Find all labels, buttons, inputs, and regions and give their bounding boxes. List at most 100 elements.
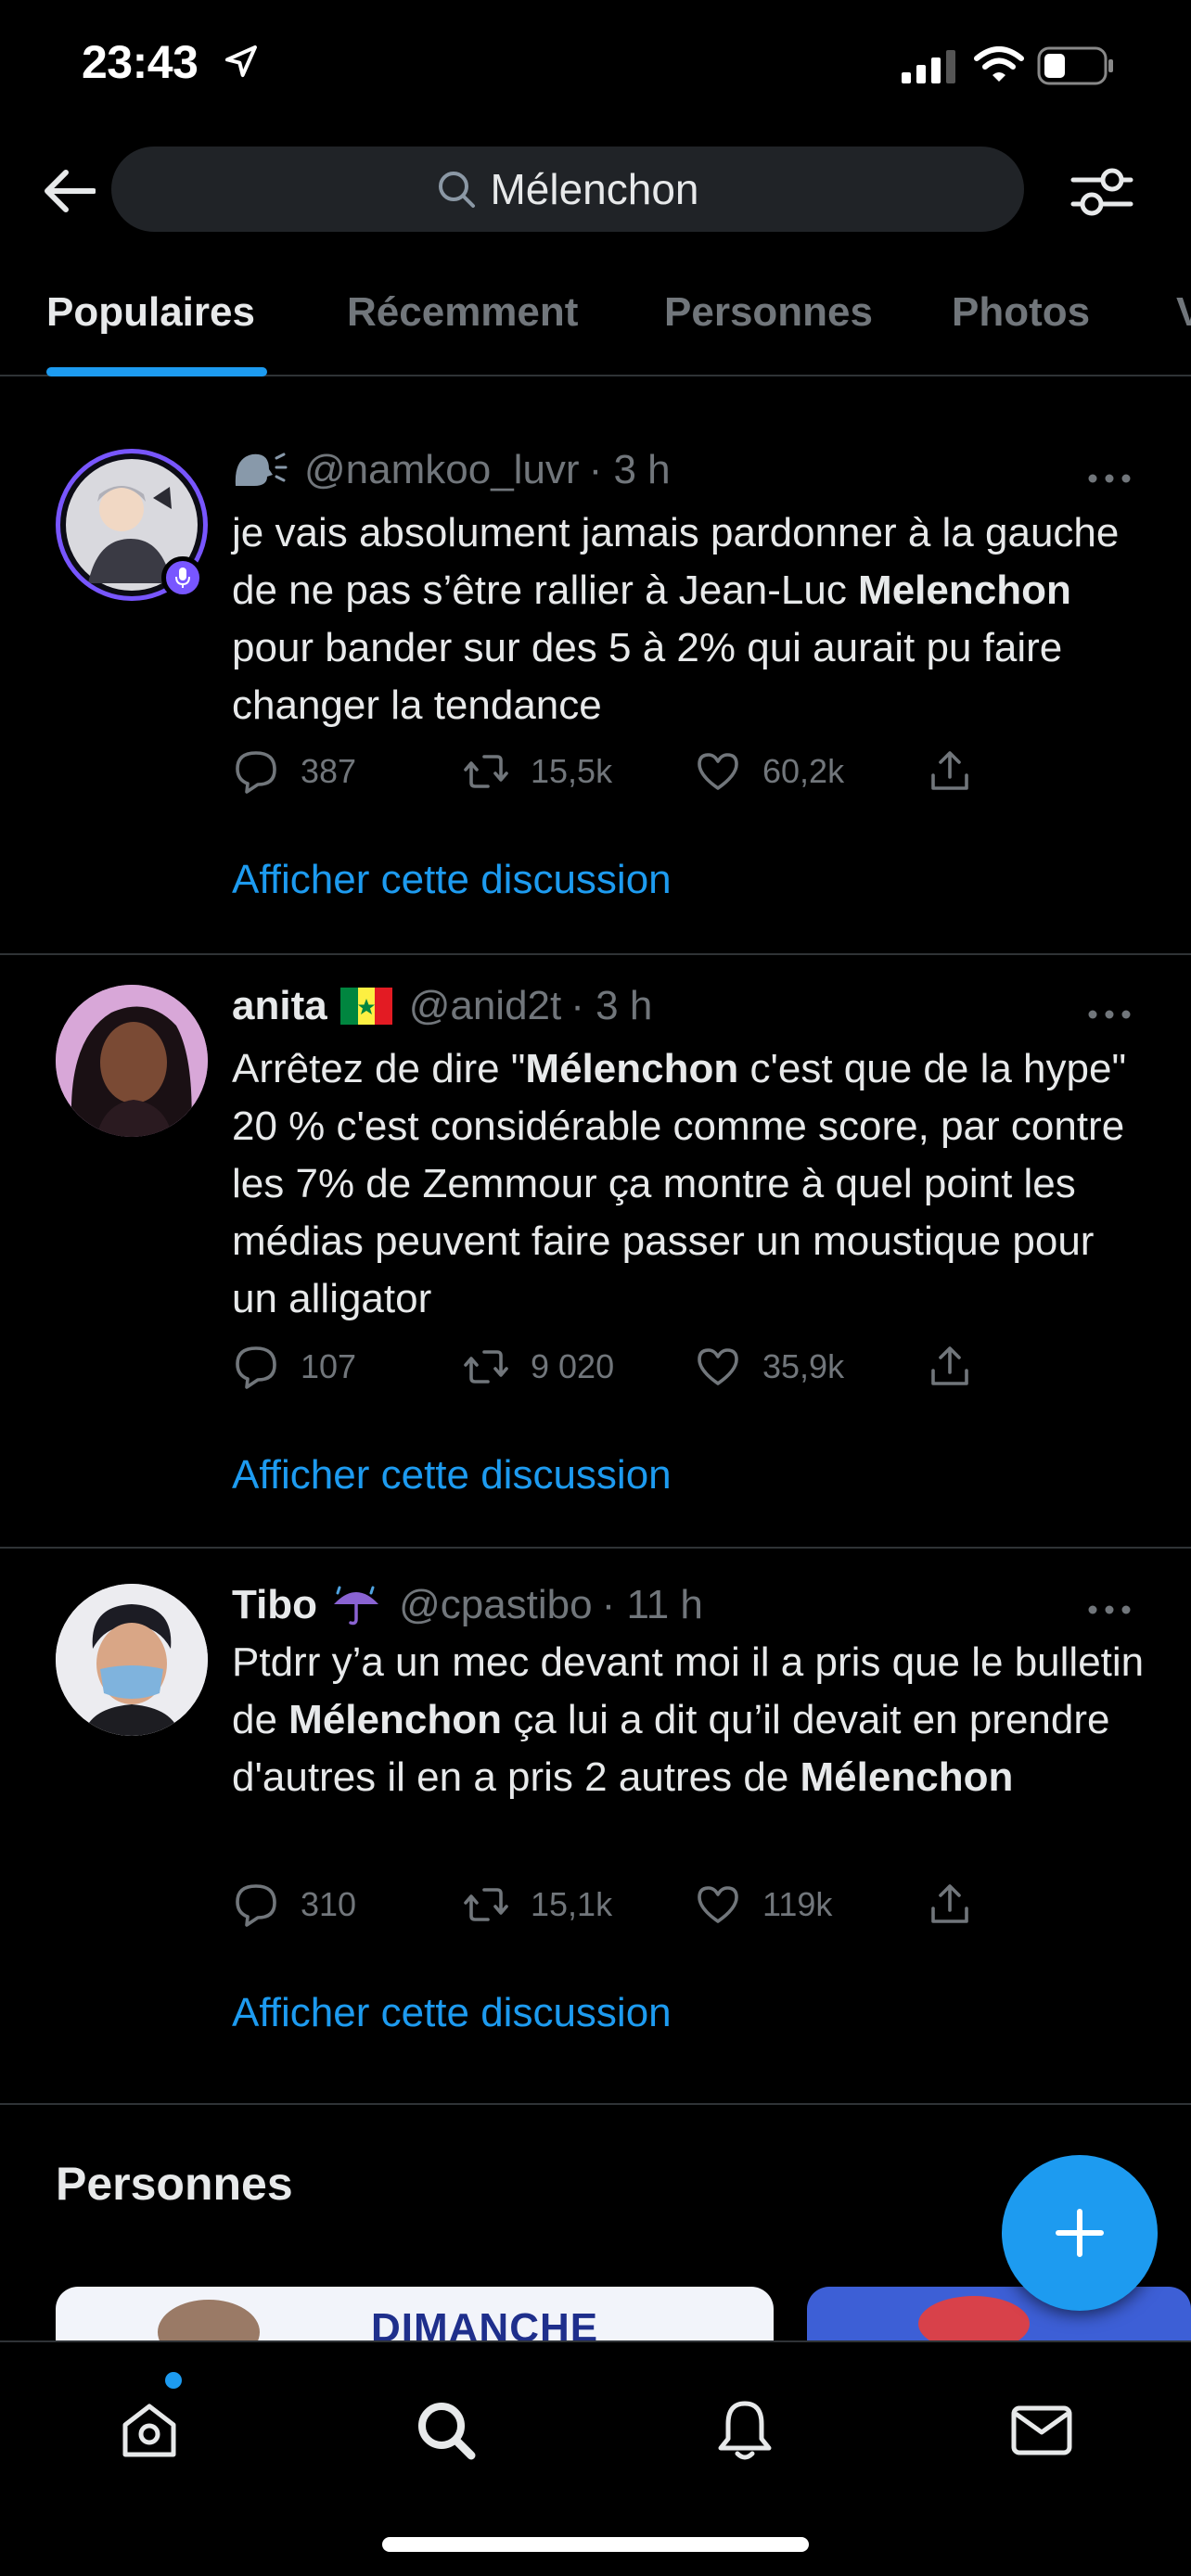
tab-personnes[interactable]: Personnes bbox=[664, 289, 873, 336]
tab-recemment[interactable]: Récemment bbox=[347, 289, 578, 336]
avatar[interactable] bbox=[56, 1584, 208, 1736]
retweet-count: 15,1k bbox=[531, 1885, 613, 1923]
tweet-text: Arrêtez de dire "Mélenchon c'est que de … bbox=[232, 1046, 1127, 1321]
card-caption: DIMANCHE bbox=[371, 2305, 599, 2342]
spaces-mic-badge bbox=[161, 556, 204, 599]
like-button[interactable]: 119k bbox=[694, 1881, 832, 1929]
tweet-time: · 11 h bbox=[601, 1582, 703, 1627]
filter-settings-icon bbox=[1070, 168, 1133, 216]
reply-icon bbox=[236, 1346, 276, 1389]
search-icon bbox=[436, 169, 477, 210]
search-tabs: Populaires Récemment Personnes Photos V bbox=[0, 269, 1191, 376]
tweet-text: Ptdrr y’a un mec devant moi il a pris qu… bbox=[232, 1639, 1145, 1800]
like-count: 35,9k bbox=[762, 1347, 845, 1385]
retweet-icon bbox=[464, 1888, 508, 1921]
bell-icon bbox=[718, 2401, 772, 2460]
tab-photos[interactable]: Photos bbox=[952, 289, 1090, 336]
nav-notifications[interactable] bbox=[694, 2379, 796, 2481]
umbrella-rain-icon bbox=[330, 1584, 382, 1626]
more-options-icon[interactable] bbox=[1087, 469, 1132, 488]
reply-button[interactable]: 387 bbox=[232, 747, 356, 796]
retweet-button[interactable]: 15,1k bbox=[462, 1881, 612, 1929]
like-count: 60,2k bbox=[762, 752, 845, 790]
active-tab-indicator bbox=[46, 367, 267, 376]
share-button[interactable] bbox=[926, 747, 974, 796]
signal-icon bbox=[902, 50, 957, 88]
nav-search[interactable] bbox=[395, 2379, 497, 2481]
retweet-count: 9 020 bbox=[531, 1347, 615, 1385]
status-bar: 23:43 bbox=[0, 0, 1191, 130]
share-button[interactable] bbox=[926, 1343, 974, 1391]
nav-home[interactable] bbox=[98, 2379, 200, 2481]
heart-icon bbox=[698, 753, 738, 790]
share-button[interactable] bbox=[926, 1881, 974, 1929]
tweet-handle[interactable]: @namkoo_luvr bbox=[304, 447, 580, 493]
show-thread-link[interactable]: Afficher cette discussion bbox=[232, 857, 672, 903]
retweet-count: 15,5k bbox=[531, 752, 613, 790]
tweet-header: anita @anid2t · 3 h bbox=[232, 983, 652, 1029]
tab-videos[interactable]: V bbox=[1176, 289, 1191, 336]
card-photo bbox=[918, 2296, 1030, 2342]
heart-icon bbox=[698, 1886, 738, 1923]
people-section-title: Personnes bbox=[56, 2158, 293, 2210]
show-thread-link[interactable]: Afficher cette discussion bbox=[232, 1452, 672, 1498]
heart-icon bbox=[698, 1348, 738, 1385]
tweet-header: Tibo @cpastibo · 11 h bbox=[232, 1582, 703, 1628]
wifi-icon bbox=[974, 46, 1024, 88]
tweet-header: @namkoo_luvr · 3 h bbox=[232, 447, 671, 493]
more-options-icon[interactable] bbox=[1087, 1600, 1132, 1619]
retweet-button[interactable]: 15,5k bbox=[462, 747, 612, 796]
avatar[interactable] bbox=[56, 985, 208, 1137]
people-card[interactable] bbox=[807, 2287, 1191, 2342]
compose-tweet-button[interactable] bbox=[1002, 2155, 1158, 2311]
search-query-text: Mélenchon bbox=[490, 165, 699, 213]
retweet-button[interactable]: 9 020 bbox=[462, 1343, 614, 1391]
share-icon bbox=[931, 1346, 968, 1385]
tweet-item[interactable]: Tibo @cpastibo · 11 h Ptdrr y’a un mec d… bbox=[0, 1549, 1191, 2105]
tweet-item[interactable]: @namkoo_luvr · 3 h je vais absolument ja… bbox=[0, 378, 1191, 955]
retweet-icon bbox=[464, 1350, 508, 1384]
display-name[interactable]: Tibo bbox=[232, 1582, 317, 1628]
tweet-handle[interactable]: @cpastibo bbox=[399, 1582, 593, 1628]
share-icon bbox=[931, 1884, 968, 1923]
speaking-head-icon bbox=[232, 449, 288, 491]
senegal-flag-icon bbox=[339, 988, 392, 1025]
like-button[interactable]: 60,2k bbox=[694, 747, 844, 796]
tweet-actions: 387 15,5k 60,2k bbox=[232, 747, 1020, 803]
search-input[interactable]: Mélenchon bbox=[111, 147, 1024, 232]
tweet-text: je vais absolument jamais pardonner à la… bbox=[232, 510, 1120, 728]
tweet-time: · 3 h bbox=[588, 447, 671, 492]
more-options-icon[interactable] bbox=[1087, 1005, 1132, 1024]
reply-button[interactable]: 310 bbox=[232, 1881, 356, 1929]
back-arrow-icon bbox=[45, 170, 96, 212]
reply-icon bbox=[236, 751, 276, 794]
tweet-handle[interactable]: @anid2t bbox=[409, 983, 562, 1029]
back-button[interactable] bbox=[37, 163, 102, 219]
status-time: 23:43 bbox=[82, 36, 198, 88]
microphone-icon bbox=[175, 567, 190, 588]
reply-button[interactable]: 107 bbox=[232, 1343, 356, 1391]
nav-messages[interactable] bbox=[991, 2379, 1093, 2481]
tweet-actions: 310 15,1k 119k bbox=[232, 1881, 1020, 1936]
show-thread-link[interactable]: Afficher cette discussion bbox=[232, 1990, 672, 2036]
tweet-item[interactable]: anita @anid2t · 3 h Arrêtez de dire "Mél… bbox=[0, 955, 1191, 1549]
search-icon bbox=[418, 2403, 476, 2460]
card-photo bbox=[158, 2300, 260, 2342]
battery-icon bbox=[1037, 46, 1115, 90]
home-indicator bbox=[382, 2537, 809, 2552]
location-arrow-icon bbox=[223, 43, 260, 84]
like-count: 119k bbox=[762, 1885, 833, 1923]
tab-populaires[interactable]: Populaires bbox=[46, 289, 255, 336]
reply-icon bbox=[236, 1884, 276, 1927]
home-icon bbox=[122, 2404, 176, 2457]
like-button[interactable]: 35,9k bbox=[694, 1343, 844, 1391]
filter-settings-button[interactable] bbox=[1065, 158, 1139, 224]
tweet-time: · 3 h bbox=[570, 983, 653, 1028]
retweet-icon bbox=[464, 755, 508, 788]
reply-count: 107 bbox=[301, 1347, 357, 1385]
people-card[interactable]: DIMANCHE bbox=[56, 2287, 774, 2342]
mail-icon bbox=[1011, 2405, 1072, 2455]
reply-count: 387 bbox=[301, 752, 357, 790]
display-name[interactable]: anita bbox=[232, 983, 327, 1029]
plus-icon bbox=[1056, 2209, 1104, 2257]
